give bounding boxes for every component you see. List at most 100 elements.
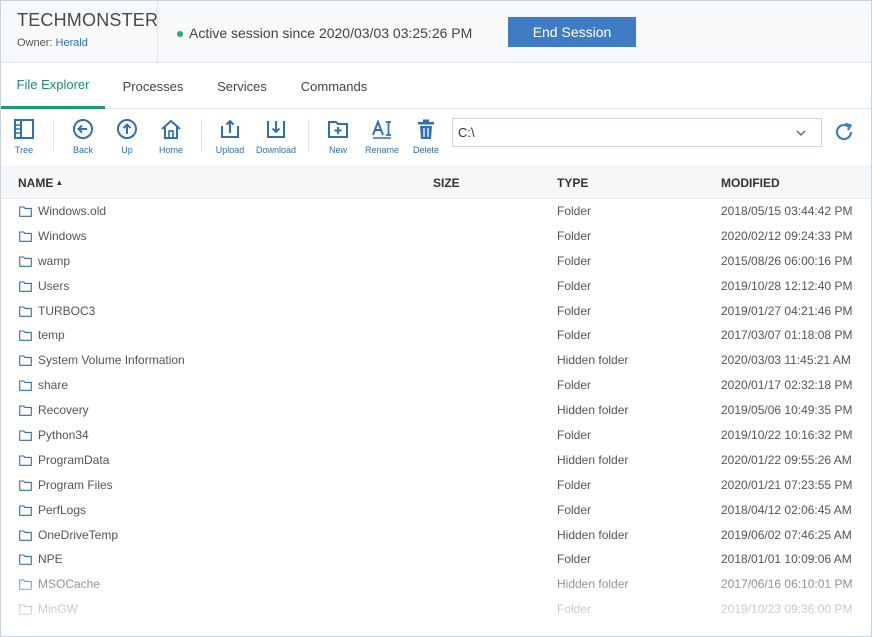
file-name: NPE (38, 552, 63, 567)
back-arrow-icon (73, 119, 93, 139)
table-row[interactable]: Windows.old Folder 2018/05/15 03:44:42 PM (1, 199, 871, 224)
new-folder-icon (328, 121, 348, 138)
toolbar-divider (201, 119, 202, 151)
folder-icon (19, 380, 32, 392)
folder-icon (19, 281, 32, 292)
column-header-name[interactable]: NAME ▲ (18, 176, 63, 190)
file-type: Hidden folder (557, 527, 629, 542)
tab-processes[interactable]: Processes (105, 63, 201, 109)
chevron-down-icon (796, 130, 806, 136)
file-modified: 2019/10/22 10:16:32 PM (721, 428, 853, 443)
tab-services[interactable]: Services (201, 63, 283, 109)
table-row[interactable]: System Volume Information Hidden folder 20… (1, 348, 871, 373)
path-select[interactable]: C:\ (452, 118, 822, 147)
file-type: Folder (557, 428, 592, 443)
file-type: Hidden folder (557, 452, 629, 467)
file-name: Windows.old (38, 204, 107, 218)
file-type: Folder (557, 378, 592, 393)
owner-label: Owner: (17, 37, 56, 49)
folder-icon (19, 455, 32, 466)
table-row[interactable]: Python34 Folder 2019/10/22 10:16:32 PM (1, 423, 871, 448)
tree-button[interactable]: Tree (2, 118, 46, 162)
table-row[interactable]: Program Files Folder 2020/01/21 07:23:55 P… (1, 473, 871, 498)
file-type: Folder (557, 602, 592, 617)
rename-icon (372, 119, 391, 139)
table-row[interactable]: PerfLogs Folder 2018/04/12 02:06:45 AM (1, 498, 871, 523)
up-button[interactable]: Up (105, 118, 149, 162)
file-name: Python34 (38, 428, 89, 443)
file-type: Folder (557, 253, 592, 268)
owner-name-link[interactable]: Herald (56, 37, 88, 49)
download-button[interactable]: Download (254, 118, 298, 162)
file-name: Recovery (38, 403, 89, 418)
file-name: OneDriveTemp (38, 527, 119, 542)
table-row[interactable]: wamp Folder 2015/08/26 06:00:16 PM (1, 249, 871, 274)
end-session-button[interactable]: End Session (508, 17, 636, 47)
column-name-label: NAME (18, 176, 54, 190)
column-header-type[interactable]: TYPE (557, 176, 588, 190)
file-modified: 2020/01/21 07:23:55 PM (721, 477, 853, 492)
file-type: Hidden folder (557, 577, 629, 592)
tab-file-explorer[interactable]: File Explorer (1, 63, 105, 109)
folder-icon (19, 231, 32, 242)
back-button[interactable]: Back (61, 118, 105, 162)
file-name: MinGW (38, 602, 78, 617)
upload-button[interactable]: Upload (208, 118, 252, 162)
download-label: Download (255, 145, 297, 155)
up-label: Up (121, 145, 133, 155)
refresh-icon[interactable] (833, 121, 855, 143)
folder-icon (19, 330, 32, 342)
table-row[interactable]: share Folder 2020/01/17 02:32:18 PM (1, 373, 871, 398)
file-type: Folder (557, 228, 592, 243)
file-modified: 2018/04/12 02:06:45 AM (721, 502, 852, 517)
file-list: Windows.old Folder 2018/05/15 03:44:42 PM W… (1, 199, 871, 622)
file-modified: 2018/01/01 10:09:06 AM (721, 552, 852, 567)
file-name: Program Files (38, 477, 113, 492)
tab-commands[interactable]: Commands (283, 63, 385, 109)
folder-icon (19, 256, 32, 267)
file-toolbar: Tree Back Up Home Upload Download New Re… (1, 109, 871, 165)
folder-icon (19, 306, 32, 317)
tree-icon (14, 119, 34, 139)
delete-button[interactable]: Delete (404, 118, 448, 162)
table-row[interactable]: MSOCache Hidden folder 2017/06/16 06:10:01… (1, 572, 871, 597)
column-header-modified[interactable]: MODIFIED (721, 176, 780, 190)
table-row[interactable]: NPE Folder 2018/01/01 10:09:06 AM (1, 547, 871, 572)
table-row[interactable]: temp Folder 2017/03/07 01:18:08 PM (1, 323, 871, 348)
file-modified: 2020/02/12 09:24:33 PM (721, 228, 853, 243)
folder-icon (19, 554, 32, 566)
rename-button[interactable]: Rename (360, 118, 404, 162)
table-row[interactable]: OneDriveTemp Hidden folder 2019/06/02 07:4… (1, 523, 871, 548)
download-icon (267, 121, 285, 138)
folder-icon (19, 430, 32, 441)
path-value: C:\ (458, 125, 475, 140)
file-type: Folder (557, 328, 592, 343)
table-row[interactable]: MinGW Folder 2019/10/23 09:36:00 PM (1, 597, 871, 622)
file-name: Windows (38, 228, 87, 243)
new-folder-button[interactable]: New (316, 118, 360, 162)
home-button[interactable]: Home (149, 118, 193, 162)
folder-icon (19, 480, 32, 491)
table-row[interactable]: Users Folder 2019/10/28 12:12:40 PM (1, 274, 871, 299)
file-name: PerfLogs (38, 502, 87, 517)
column-header-size[interactable]: SIZE (433, 176, 460, 190)
file-name: Users (38, 278, 70, 293)
file-type: Hidden folder (557, 403, 629, 418)
remote-tools-window: TECHMONSTER Owner: Herald Active session… (0, 0, 872, 637)
up-arrow-icon (117, 119, 137, 139)
file-type: Folder (557, 477, 592, 492)
home-label: Home (158, 145, 183, 155)
file-modified: 2020/03/03 11:45:21 AM (721, 353, 851, 368)
session-header: TECHMONSTER Owner: Herald Active session… (1, 1, 871, 63)
folder-icon (19, 530, 32, 541)
table-row[interactable]: ProgramData Hidden folder 2020/01/22 09:55… (1, 448, 871, 473)
file-name: System Volume Information (38, 353, 185, 368)
file-type: Folder (557, 552, 592, 567)
folder-icon (19, 505, 32, 516)
table-row[interactable]: Windows Folder 2020/02/12 09:24:33 PM (1, 224, 871, 249)
file-name: temp (38, 328, 65, 343)
tab-bar: File Explorer Processes Services Command… (1, 63, 871, 109)
table-row[interactable]: Recovery Hidden folder 2019/05/06 10:49:35… (1, 398, 871, 423)
file-type: Folder (557, 303, 592, 318)
table-row[interactable]: TURBOC3 Folder 2019/01/27 04:21:46 PM (1, 299, 871, 324)
